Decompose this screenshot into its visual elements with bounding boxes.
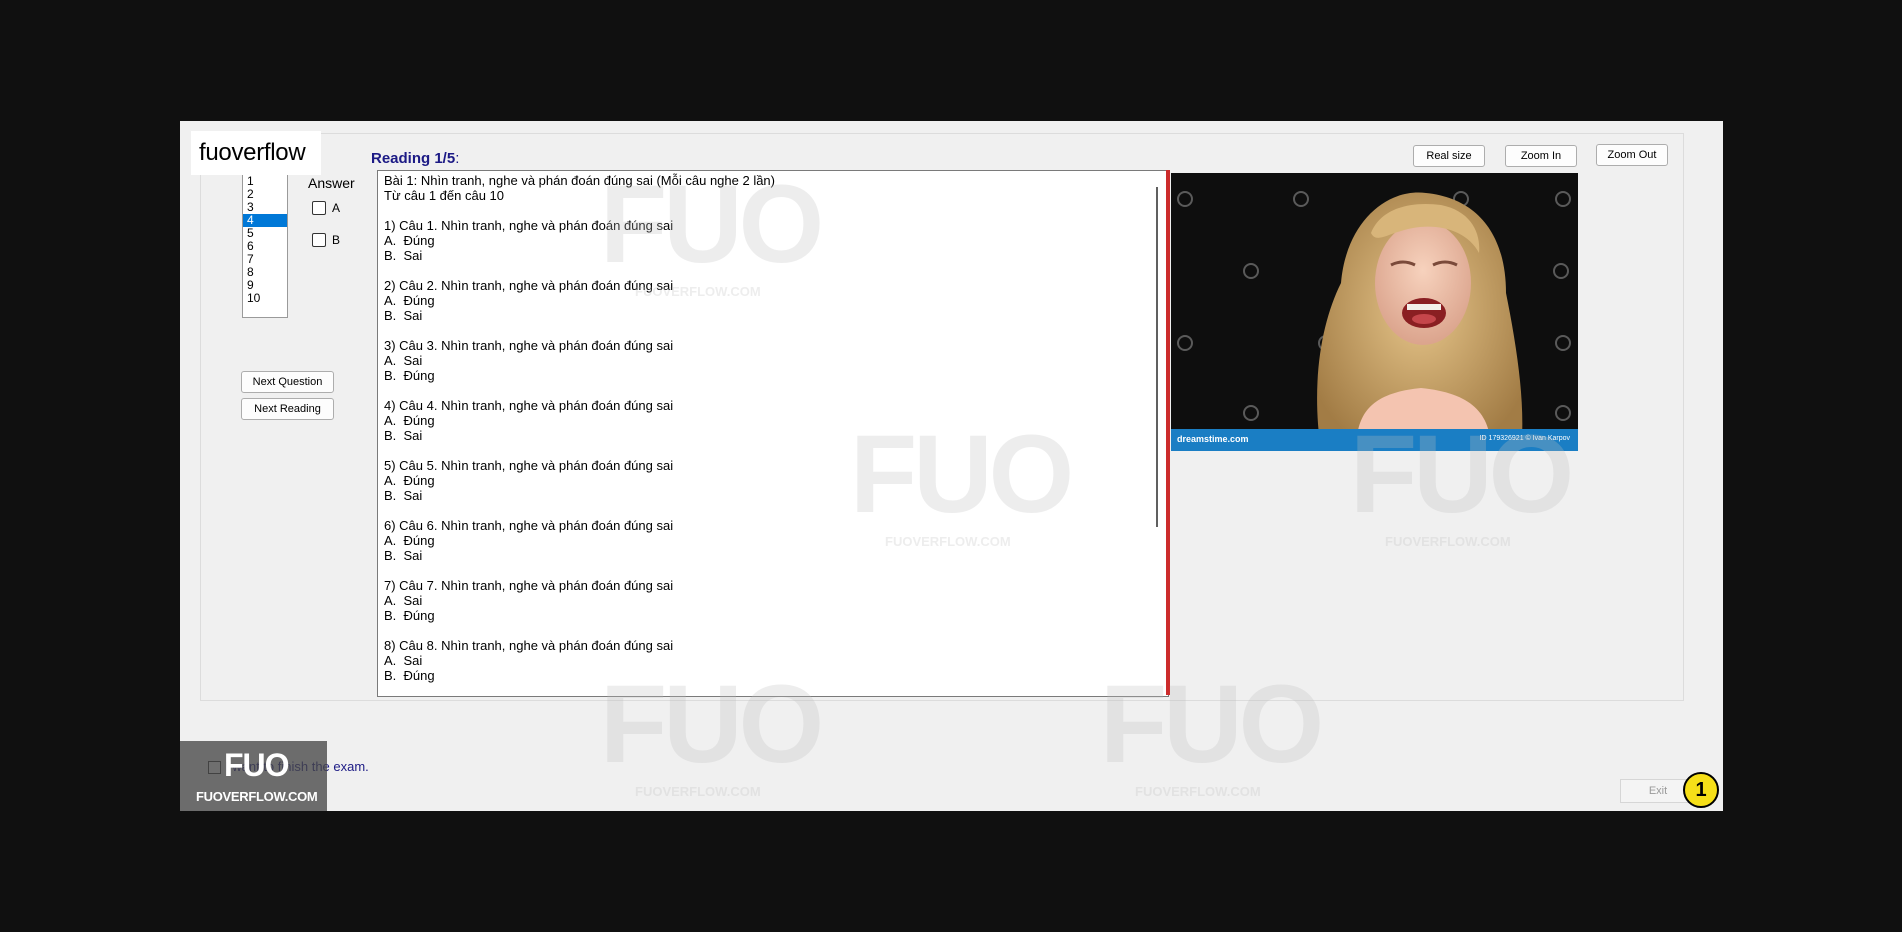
option-b-text: B. Sai (384, 248, 423, 263)
reading-title-text: Reading 1/5 (371, 150, 456, 167)
option-a-text: A. Đúng (384, 533, 435, 548)
image-credit-right: ID 179326921 © Ivan Karpov (1479, 435, 1570, 442)
step-badge: 1 (1683, 772, 1719, 808)
question-text: 4) Câu 4. Nhìn tranh, nghe và phán đoán … (384, 398, 674, 413)
question-text: 8) Câu 8. Nhìn tranh, nghe và phán đoán … (384, 638, 674, 653)
question-list-item[interactable]: 10 (243, 292, 287, 305)
answer-b-label: B (332, 233, 341, 247)
reading-text: Bài 1: Nhìn tranh, nghe và phán đoán đún… (384, 173, 1148, 683)
brand-label-box: fuoverflow (191, 131, 321, 175)
reading-header: Bài 1: Nhìn tranh, nghe và phán đoán đún… (384, 173, 775, 188)
option-a-text: A. Sai (384, 653, 423, 668)
answer-a-label: A (332, 201, 341, 215)
option-a-text: A. Đúng (384, 473, 435, 488)
question-image: dreamstime.com ID 179326921 © Ivan Karpo… (1171, 173, 1578, 451)
question-list[interactable]: 1 2 3 4 5 6 7 8 9 10 (242, 174, 288, 318)
zoom-in-button[interactable]: Zoom In (1505, 145, 1577, 167)
reading-title-suffix: : (455, 150, 460, 167)
reading-title: Reading 1/5: (371, 150, 459, 167)
option-b-text: B. Sai (384, 428, 423, 443)
question-text: 2) Câu 2. Nhìn tranh, nghe và phán đoán … (384, 278, 674, 293)
option-a-text: A. Sai (384, 353, 423, 368)
answer-b-checkbox[interactable] (312, 233, 326, 247)
question-text: 5) Câu 5. Nhìn tranh, nghe và phán đoán … (384, 458, 674, 473)
option-b-text: B. Sai (384, 308, 423, 323)
option-a-text: A. Sai (384, 593, 423, 608)
image-credit-bar: dreamstime.com ID 179326921 © Ivan Karpo… (1171, 429, 1578, 451)
reading-text-panel[interactable]: Bài 1: Nhìn tranh, nghe và phán đoán đún… (377, 170, 1169, 697)
answer-option-a[interactable]: A (312, 201, 340, 215)
option-a-text: A. Đúng (384, 293, 435, 308)
fuo-logo-overlay: FUO FUOVERFLOW.COM (180, 741, 327, 811)
brand-label: fuoverflow (199, 139, 306, 166)
question-text: 6) Câu 6. Nhìn tranh, nghe và phán đoán … (384, 518, 674, 533)
option-b-text: B. Đúng (384, 668, 435, 683)
option-b-text: B. Sai (384, 488, 423, 503)
exam-window: 1 2 3 4 5 6 7 8 9 10 Answer A B Next Que… (180, 121, 1723, 811)
reading-scrollbar[interactable] (1156, 187, 1158, 527)
next-question-button[interactable]: Next Question (241, 371, 334, 393)
option-a-text: A. Đúng (384, 233, 435, 248)
answer-option-b[interactable]: B (312, 233, 340, 247)
panel-splitter[interactable] (1166, 170, 1170, 695)
question-text: 3) Câu 3. Nhìn tranh, nghe và phán đoán … (384, 338, 674, 353)
bottom-bar (180, 743, 1723, 811)
answer-a-checkbox[interactable] (312, 201, 326, 215)
question-text: 1) Câu 1. Nhìn tranh, nghe và phán đoán … (384, 218, 674, 233)
question-text: 7) Câu 7. Nhìn tranh, nghe và phán đoán … (384, 578, 674, 593)
image-credit-left: dreamstime.com (1177, 434, 1249, 444)
crying-child-picture (1171, 173, 1578, 451)
answer-label: Answer (308, 175, 355, 191)
content-group: 1 2 3 4 5 6 7 8 9 10 Answer A B Next Que… (200, 133, 1684, 701)
option-b-text: B. Sai (384, 548, 423, 563)
fuo-logo-site: FUOVERFLOW.COM (196, 789, 318, 804)
option-b-text: B. Đúng (384, 368, 435, 383)
fuo-logo-mark: FUO (224, 747, 290, 783)
zoom-out-button[interactable]: Zoom Out (1596, 144, 1668, 166)
next-reading-button[interactable]: Next Reading (241, 398, 334, 420)
real-size-button[interactable]: Real size (1413, 145, 1485, 167)
option-b-text: B. Đúng (384, 608, 435, 623)
reading-subheader: Từ câu 1 đến câu 10 (384, 188, 505, 203)
option-a-text: A. Đúng (384, 413, 435, 428)
